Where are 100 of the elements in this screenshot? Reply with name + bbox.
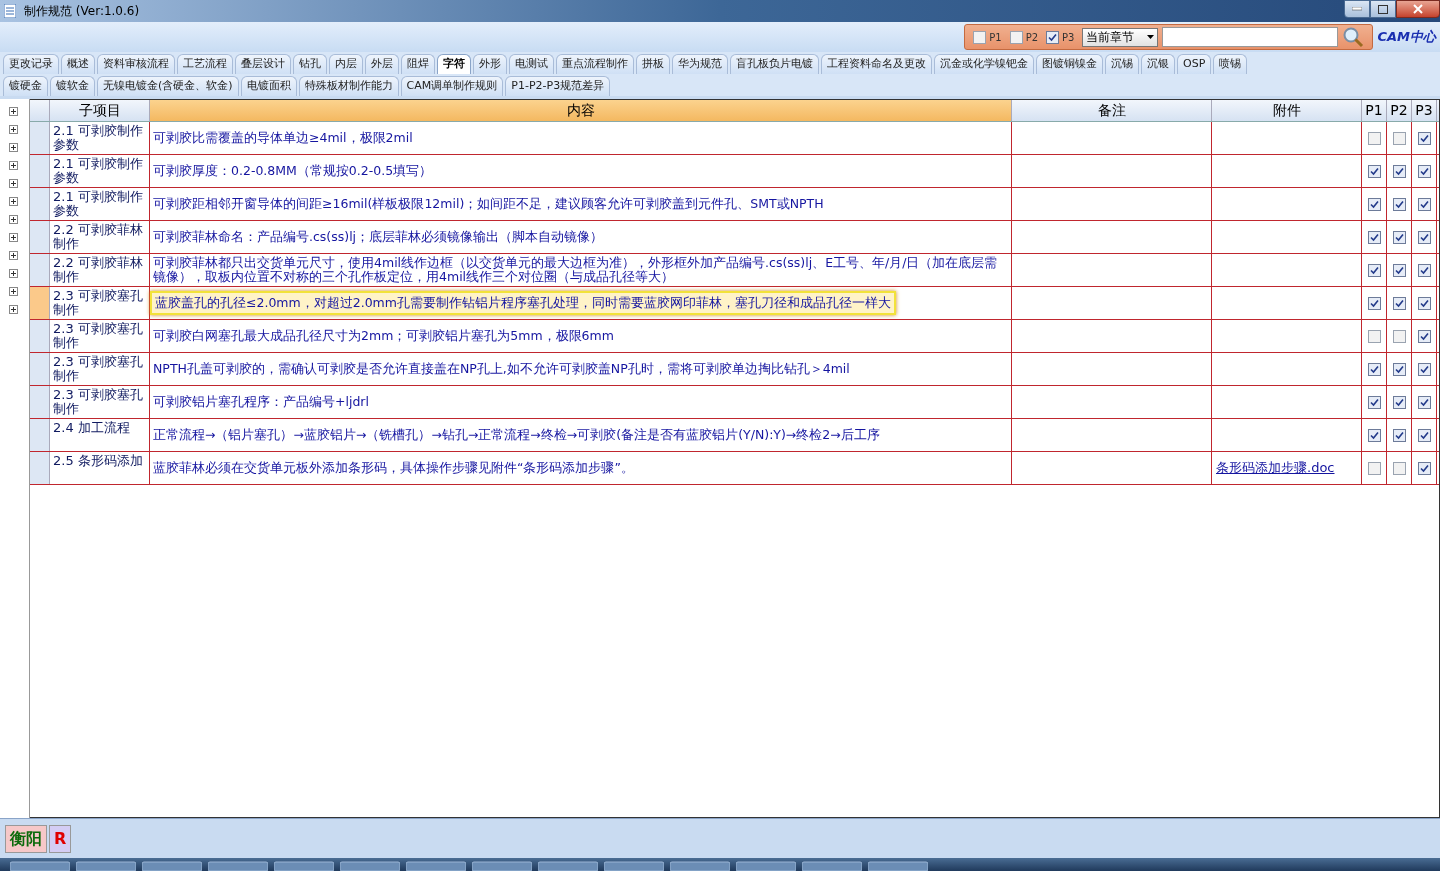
search-icon[interactable]	[1342, 26, 1365, 48]
tab[interactable]: CAM调单制作规则	[400, 76, 504, 96]
tab[interactable]: 工艺流程	[177, 54, 233, 74]
search-field[interactable]	[1162, 27, 1339, 47]
tab[interactable]: 工程资料命名及更改	[821, 54, 932, 74]
checkbox[interactable]	[1367, 428, 1381, 442]
checkbox[interactable]	[1367, 263, 1381, 277]
checkbox[interactable]	[1392, 263, 1406, 277]
expand-icon[interactable]	[9, 287, 18, 296]
checkbox[interactable]	[1392, 131, 1406, 145]
tab[interactable]: 沉锡	[1105, 54, 1139, 74]
expand-icon[interactable]	[9, 143, 18, 152]
checkbox[interactable]	[1392, 362, 1406, 376]
expand-icon[interactable]	[9, 251, 18, 260]
checkbox[interactable]	[1392, 164, 1406, 178]
column-header: 附件	[1212, 100, 1362, 121]
tab[interactable]: P1-P2-P3规范差异	[505, 76, 611, 96]
tab[interactable]: 特殊板材制作能力	[298, 76, 399, 96]
expand-icon[interactable]	[9, 197, 18, 206]
table-cell-text: 可剥胶菲林命名：产品编号.cs(ss)lj；底层菲林必须镜像输出（脚本自动镜像）	[152, 230, 605, 244]
status-label: R	[49, 824, 72, 853]
tab[interactable]: 图镀铜镍金	[1036, 54, 1103, 74]
tab[interactable]: 喷锡	[1213, 54, 1248, 74]
checkbox[interactable]	[1367, 395, 1381, 409]
close-button[interactable]	[1396, 0, 1440, 18]
tab[interactable]: 沉银	[1141, 54, 1175, 74]
minimize-icon	[1352, 7, 1362, 11]
tab[interactable]: 电测试	[509, 54, 554, 74]
expand-icon[interactable]	[9, 125, 18, 134]
tab[interactable]: 镀硬金	[3, 76, 48, 96]
tab[interactable]: 概述	[61, 54, 95, 74]
tab[interactable]: 重点流程制作	[556, 54, 634, 74]
tab[interactable]: 镀软金	[50, 76, 95, 96]
checkbox[interactable]	[1417, 296, 1431, 310]
table-cell: 2.3 可剥胶塞孔制作	[50, 386, 150, 418]
site-label: 衡阳	[5, 824, 47, 853]
expand-icon[interactable]	[9, 179, 18, 188]
expand-icon[interactable]	[9, 161, 18, 170]
tab[interactable]: OSP	[1177, 54, 1212, 74]
minimize-button[interactable]	[1344, 0, 1370, 18]
checkbox[interactable]	[1417, 230, 1431, 244]
checkbox[interactable]	[1417, 197, 1431, 211]
checkbox[interactable]	[1417, 362, 1431, 376]
checkbox[interactable]	[1417, 164, 1431, 178]
tab[interactable]: 钻孔	[293, 54, 327, 74]
window-title: 制作规范 (Ver:1.0.6)	[24, 3, 140, 20]
checkbox[interactable]	[1046, 30, 1060, 44]
tab[interactable]: 电镀面积	[240, 76, 297, 96]
checkbox[interactable]	[1392, 329, 1406, 343]
tab[interactable]: 外层	[365, 54, 399, 74]
checkbox[interactable]	[1392, 230, 1406, 244]
tab[interactable]: 无镍电镀金(含硬金、软金)	[97, 76, 239, 96]
checkbox[interactable]	[1367, 131, 1381, 145]
checkbox[interactable]	[1392, 395, 1406, 409]
table-cell: 2.4 加工流程	[50, 419, 150, 451]
tab[interactable]: 阻焊	[401, 54, 435, 74]
tab[interactable]: 叠层设计	[235, 54, 291, 74]
checkbox[interactable]	[1392, 197, 1406, 211]
tab[interactable]: 更改记录	[3, 54, 59, 74]
expand-icon[interactable]	[9, 269, 18, 278]
tab[interactable]: 华为规范	[672, 54, 728, 74]
maximize-button[interactable]	[1370, 0, 1396, 18]
tab[interactable]: 字符	[437, 54, 471, 74]
checkbox[interactable]	[1367, 461, 1381, 475]
expand-icon[interactable]	[9, 107, 18, 116]
table-cell-text: 可剥胶铝片塞孔程序：产品编号+ljdrl	[152, 395, 370, 409]
app-icon	[4, 4, 16, 18]
checkbox[interactable]	[1367, 362, 1381, 376]
expand-icon[interactable]	[9, 215, 18, 224]
table-cell-text: 可剥胶距相邻开窗导体的间距≥16mil(样板极限12mil)；如间距不足，建议顾客允许可剥胶盖到元件孔、SMT或NPTH	[152, 197, 825, 211]
table-cell-text: 可剥胶比需覆盖的导体单边≥4mil，极限2mil	[152, 131, 414, 145]
maximize-icon	[1378, 4, 1388, 14]
tab[interactable]: 沉金或化学镍钯金	[934, 54, 1034, 74]
checkbox[interactable]	[1392, 296, 1406, 310]
checkbox[interactable]	[1417, 461, 1431, 475]
checkbox[interactable]	[1417, 131, 1431, 145]
checkbox[interactable]	[1367, 329, 1381, 343]
tab[interactable]: 外形	[473, 54, 507, 74]
tab[interactable]: 盲孔板负片电镀	[730, 54, 819, 74]
checkbox[interactable]	[1392, 461, 1406, 475]
checkbox[interactable]	[1367, 197, 1381, 211]
checkbox-label: P2	[1025, 30, 1039, 45]
expand-icon[interactable]	[9, 305, 18, 314]
checkbox[interactable]	[1417, 395, 1431, 409]
checkbox[interactable]	[1009, 30, 1023, 44]
tab[interactable]: 内层	[329, 54, 363, 74]
tab[interactable]: 资料审核流程	[97, 54, 175, 74]
checkbox[interactable]	[1367, 164, 1381, 178]
expand-icon[interactable]	[9, 233, 18, 242]
checkbox[interactable]	[1392, 428, 1406, 442]
tab[interactable]: 拼板	[636, 54, 670, 74]
checkbox[interactable]	[1417, 428, 1431, 442]
checkbox[interactable]	[1367, 296, 1381, 310]
checkbox[interactable]	[1417, 263, 1431, 277]
table-cell-text: 蓝胶菲林必须在交货单元板外添加条形码，具体操作步骤见附件“条形码添加步骤”。	[152, 461, 635, 475]
attachment-link[interactable]: 条形码添加步骤.doc	[1216, 458, 1335, 478]
checkbox[interactable]	[1417, 329, 1431, 343]
scope-dropdown[interactable]: 当前章节	[1082, 27, 1159, 47]
checkbox[interactable]	[973, 30, 987, 44]
checkbox[interactable]	[1367, 230, 1381, 244]
